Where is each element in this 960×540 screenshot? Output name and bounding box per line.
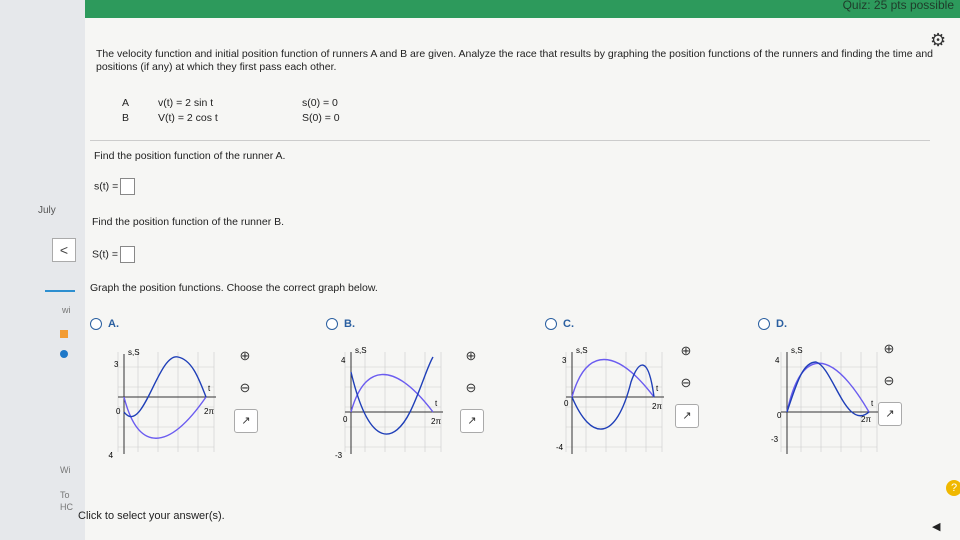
runner-a: A xyxy=(122,97,130,109)
prev-button[interactable]: < xyxy=(52,238,76,262)
graph-d-axis: s,S xyxy=(791,346,803,355)
graph-d-t: t xyxy=(871,399,874,408)
position-b: S(0) = 0 xyxy=(302,112,340,124)
zoom-out-icon[interactable]: ⊖ xyxy=(234,377,256,399)
sidebar-tag-w: wi xyxy=(62,305,71,315)
answer-a-input[interactable] xyxy=(120,178,136,195)
graph-c-t: t xyxy=(656,384,659,393)
graph-b-axis: s,S xyxy=(355,346,367,355)
graph-b-ymin: -3 xyxy=(335,451,343,460)
option-c[interactable]: C. xyxy=(545,318,574,331)
graph-a-ymax: 3 xyxy=(114,360,119,369)
graph-c-tmax: 2π xyxy=(652,402,662,411)
graph-d-zero: 0 xyxy=(777,411,782,420)
zoom-in-icon[interactable]: ⊕ xyxy=(675,340,697,362)
sidebar-date: July xyxy=(38,205,56,216)
graph-b-ymax: 4 xyxy=(341,356,346,365)
help-icon[interactable]: ? xyxy=(946,480,960,496)
velocity-b: V(t) = 2 cos t xyxy=(158,112,218,124)
graph-a-zero: 0 xyxy=(116,407,121,416)
status-square xyxy=(60,330,68,338)
find-b-prompt: Find the position function of the runner… xyxy=(92,216,285,228)
graph-a-tmax: 2π xyxy=(204,407,214,416)
sidebar-tag-w2: Wi xyxy=(60,465,71,475)
graph-b: s,S 4 -3 t 2π 0 xyxy=(335,346,443,460)
graph-c-ymin: -4 xyxy=(556,443,564,452)
radio-c[interactable] xyxy=(545,318,557,331)
option-a-label: A. xyxy=(108,318,119,330)
graph-b-tmax: 2π xyxy=(431,417,441,426)
radio-a[interactable] xyxy=(90,318,102,331)
play-icon[interactable]: ◀ xyxy=(932,520,940,533)
graph-c-tools: ⊕ ⊖ ↗ xyxy=(675,340,699,438)
velocity-a: v(t) = 2 sin t xyxy=(158,97,214,109)
sidebar-accent xyxy=(45,290,75,292)
external-link-icon[interactable]: ↗ xyxy=(460,409,484,433)
question-intro: The velocity function and initial positi… xyxy=(96,48,934,73)
graph-a-t: t xyxy=(208,384,211,393)
graph-d-ymin: -3 xyxy=(771,435,779,444)
top-status-bar: Quiz: 25 pts possible xyxy=(85,0,960,18)
option-a[interactable]: A. xyxy=(90,318,119,331)
external-link-icon[interactable]: ↗ xyxy=(234,409,258,433)
sidebar-tag-hc: HC xyxy=(60,502,73,512)
position-a: s(0) = 0 xyxy=(302,97,338,109)
radio-d[interactable] xyxy=(758,318,770,331)
sidebar-tag-to: To xyxy=(60,490,70,500)
left-sidebar: July < wi Wi To HC xyxy=(0,0,85,540)
graph-a-tools: ⊕ ⊖ ↗ xyxy=(234,345,258,443)
divider xyxy=(90,140,930,141)
option-c-label: C. xyxy=(563,318,574,330)
option-b[interactable]: B. xyxy=(326,318,355,331)
graph-b-zero: 0 xyxy=(343,415,348,424)
zoom-in-icon[interactable]: ⊕ xyxy=(234,345,256,367)
footer-instruction: Click to select your answer(s). xyxy=(78,510,225,522)
runner-b: B xyxy=(122,112,130,124)
answer-b-label: S(t) = xyxy=(92,248,118,261)
graph-d-tools: ⊕ ⊖ ↗ xyxy=(878,338,902,436)
find-a-prompt: Find the position function of the runner… xyxy=(94,150,286,162)
option-d-label: D. xyxy=(776,318,787,330)
zoom-in-icon[interactable]: ⊕ xyxy=(460,345,482,367)
answer-b-input[interactable] xyxy=(119,246,135,263)
question-panel xyxy=(85,18,960,540)
graph-d-tmax: 2π xyxy=(861,415,871,424)
status-dot xyxy=(60,350,68,358)
graph-c-ymax: 3 xyxy=(562,356,567,365)
graph-c: s,S 3 -4 t 2π 0 xyxy=(556,346,664,454)
graph-a-ymin: -4 xyxy=(108,451,114,460)
answer-a-label: s(t) = xyxy=(94,180,119,193)
graph-a-axis: s,S xyxy=(128,348,140,357)
graph-b-tools: ⊕ ⊖ ↗ xyxy=(460,345,484,443)
option-d[interactable]: D. xyxy=(758,318,787,331)
zoom-in-icon[interactable]: ⊕ xyxy=(878,338,900,360)
zoom-out-icon[interactable]: ⊖ xyxy=(460,377,482,399)
external-link-icon[interactable]: ↗ xyxy=(878,402,902,426)
graph-d-ymax: 4 xyxy=(775,356,780,365)
option-b-label: B. xyxy=(344,318,355,330)
answer-a-row: s(t) = xyxy=(94,178,136,195)
graph-prompt: Graph the position functions. Choose the… xyxy=(90,282,378,294)
graph-b-t: t xyxy=(435,399,438,408)
graph-a: s,S 3 -4 t 2π 0 xyxy=(108,348,216,460)
external-link-icon[interactable]: ↗ xyxy=(675,404,699,428)
points-label: Quiz: 25 pts possible xyxy=(842,0,954,12)
radio-b[interactable] xyxy=(326,318,338,331)
zoom-out-icon[interactable]: ⊖ xyxy=(675,372,697,394)
graph-c-zero: 0 xyxy=(564,399,569,408)
zoom-out-icon[interactable]: ⊖ xyxy=(878,370,900,392)
answer-b-row: S(t) = xyxy=(92,246,135,263)
graph-d: s,S 4 -3 t 2π 0 xyxy=(771,346,879,454)
graph-c-axis: s,S xyxy=(576,346,588,355)
